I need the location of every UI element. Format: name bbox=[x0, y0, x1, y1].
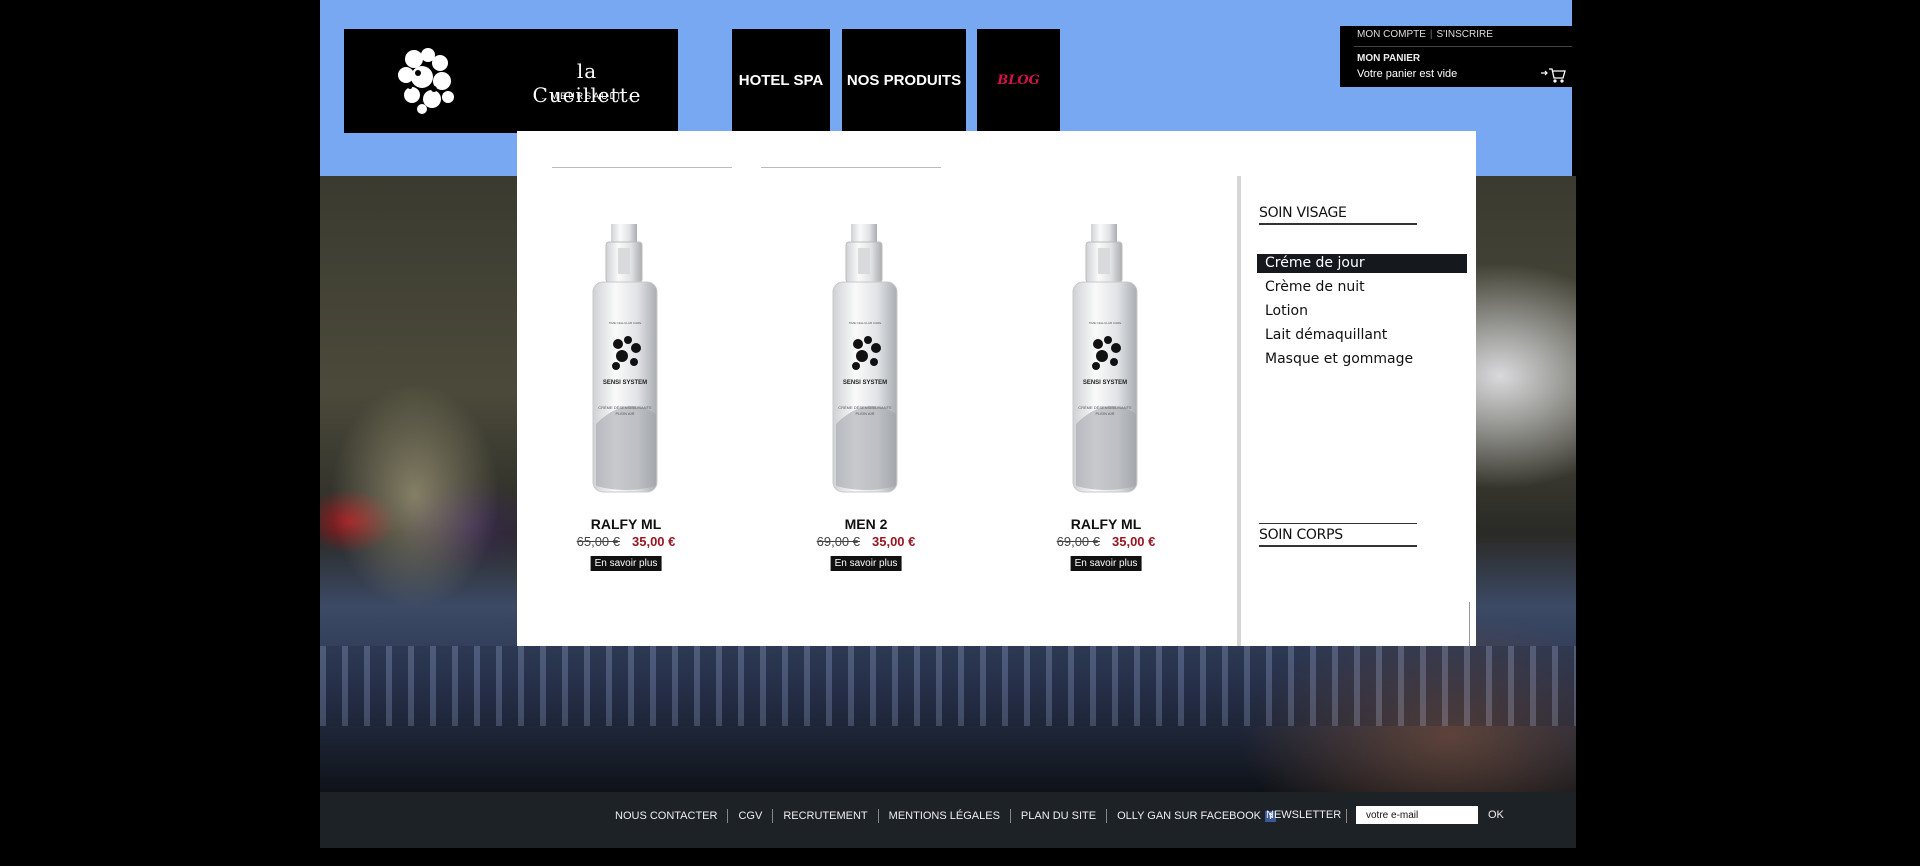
sidebar-heading-soin-visage[interactable]: SOIN VISAGE bbox=[1259, 205, 1417, 225]
category-sidebar: SOIN VISAGE Créme de jour Crème de nuit … bbox=[1247, 176, 1476, 646]
newsletter-ok-button[interactable]: OK bbox=[1488, 809, 1504, 821]
product-old-price: 69,00 € bbox=[1056, 534, 1100, 549]
footer-separator bbox=[1346, 809, 1347, 823]
sidebar-item-lotion[interactable]: Lotion bbox=[1257, 302, 1467, 326]
sidebar-item-creme-de-nuit[interactable]: Crème de nuit bbox=[1257, 278, 1467, 302]
newsletter-email-input[interactable] bbox=[1356, 806, 1478, 824]
newsletter-label: NEWSLETTER bbox=[1266, 809, 1342, 821]
product-old-price: 65,00 € bbox=[576, 534, 620, 549]
site-logo[interactable]: la Cueillette . MEURSAULT . bbox=[344, 29, 678, 133]
product-card[interactable]: TIME CELLULAR CARE SENSI SYSTEM CRÈME DÉ… bbox=[546, 176, 706, 596]
learn-more-button[interactable]: En savoir plus bbox=[830, 556, 902, 571]
nav-nos-produits[interactable]: NOS PRODUITS bbox=[842, 29, 966, 131]
panel-divider bbox=[1237, 176, 1241, 646]
svg-text:CRÈME DÉSENSIBILISANTE: CRÈME DÉSENSIBILISANTE bbox=[838, 405, 892, 410]
signup-link[interactable]: S'INSCRIRE bbox=[1437, 29, 1493, 40]
sidebar-item-masque-gommage[interactable]: Masque et gommage bbox=[1257, 350, 1467, 374]
water-texture bbox=[320, 646, 1576, 726]
footer-separator bbox=[1009, 809, 1011, 823]
product-bottle-image[interactable]: TIME CELLULAR CARE SENSI SYSTEM CRÈME DÉ… bbox=[546, 224, 706, 499]
product-card[interactable]: TIME CELLULAR CARE SENSI SYSTEM CRÈME DÉ… bbox=[786, 176, 946, 596]
cart-title[interactable]: MON PANIER bbox=[1357, 53, 1420, 64]
nav-hotel-spa[interactable]: HOTEL SPA bbox=[732, 29, 830, 131]
brand-place: . MEURSAULT . bbox=[541, 91, 633, 101]
footer-link-plan[interactable]: PLAN DU SITE bbox=[1021, 810, 1096, 822]
leaf-cluster-logo-icon bbox=[398, 48, 454, 114]
footer-links: NOUS CONTACTER CGV RECRUTEMENT MENTIONS … bbox=[615, 809, 1276, 823]
product-prices: 69,00 € 35,00 € bbox=[786, 534, 946, 549]
cart-status: Votre panier est vide bbox=[1357, 68, 1458, 80]
svg-text:SENSI SYSTEM: SENSI SYSTEM bbox=[1083, 380, 1127, 386]
product-prices: 69,00 € 35,00 € bbox=[1026, 534, 1186, 549]
account-divider bbox=[1354, 46, 1572, 47]
footer-separator bbox=[727, 809, 729, 823]
footer-facebook-label: OLLY GAN SUR FACEBOOK bbox=[1117, 810, 1261, 822]
svg-text:PLEIN AIR: PLEIN AIR bbox=[1095, 411, 1114, 416]
footer-separator bbox=[877, 809, 879, 823]
footer: NOUS CONTACTER CGV RECRUTEMENT MENTIONS … bbox=[320, 792, 1576, 848]
footer-separator bbox=[1106, 809, 1108, 823]
sidebar-heading-soin-corps[interactable]: SOIN CORPS bbox=[1259, 527, 1417, 547]
svg-text:CRÈME DÉSENSIBILISANTE: CRÈME DÉSENSIBILISANTE bbox=[1078, 405, 1132, 410]
footer-link-contact[interactable]: NOUS CONTACTER bbox=[615, 810, 717, 822]
product-panel: TIME CELLULAR CARE SENSI SYSTEM CRÈME DÉ… bbox=[517, 176, 1476, 646]
footer-link-facebook[interactable]: OLLY GAN SUR FACEBOOK f bbox=[1117, 810, 1276, 822]
account-box: MON COMPTE | S'INSCRIRE MON PANIER Votre p… bbox=[1340, 26, 1572, 87]
svg-text:PLEIN AIR: PLEIN AIR bbox=[855, 411, 874, 416]
svg-text:TIME CELLULAR CARE: TIME CELLULAR CARE bbox=[849, 321, 882, 325]
product-prices: 65,00 € 35,00 € bbox=[546, 534, 706, 549]
footer-link-recrutement[interactable]: RECRUTEMENT bbox=[783, 810, 867, 822]
footer-link-mentions[interactable]: MENTIONS LÉGALES bbox=[889, 810, 1000, 822]
product-name[interactable]: RALFY ML bbox=[1026, 516, 1186, 532]
product-card[interactable]: TIME CELLULAR CARE SENSI SYSTEM CRÈME DÉ… bbox=[1026, 176, 1186, 596]
svg-text:PLEIN AIR: PLEIN AIR bbox=[615, 411, 634, 416]
learn-more-button[interactable]: En savoir plus bbox=[590, 556, 662, 571]
account-links: MON COMPTE | S'INSCRIRE bbox=[1357, 29, 1493, 40]
sidebar-item-lait-demaquillant[interactable]: Lait démaquillant bbox=[1257, 326, 1467, 350]
product-price: 35,00 € bbox=[872, 534, 916, 549]
sidebar-list: Créme de jour Crème de nuit Lotion Lait … bbox=[1257, 254, 1467, 374]
nav-blog[interactable]: BLOG bbox=[977, 29, 1060, 131]
product-name[interactable]: MEN 2 bbox=[786, 516, 946, 532]
sidebar-rule bbox=[1259, 523, 1417, 524]
product-bottle-image[interactable]: TIME CELLULAR CARE SENSI SYSTEM CRÈME DÉ… bbox=[1026, 224, 1186, 499]
filter-field-2[interactable] bbox=[761, 167, 941, 168]
learn-more-button[interactable]: En savoir plus bbox=[1070, 556, 1142, 571]
product-price: 35,00 € bbox=[1112, 534, 1156, 549]
sidebar-scrollbar[interactable] bbox=[1469, 602, 1470, 646]
viewport: la Cueillette . MEURSAULT . HOTEL SPA NO… bbox=[0, 0, 1920, 866]
filter-bar bbox=[517, 131, 1476, 176]
page: la Cueillette . MEURSAULT . HOTEL SPA NO… bbox=[320, 0, 1576, 848]
my-account-link[interactable]: MON COMPTE bbox=[1357, 29, 1426, 40]
svg-text:TIME CELLULAR CARE: TIME CELLULAR CARE bbox=[1089, 321, 1122, 325]
svg-text:SENSI SYSTEM: SENSI SYSTEM bbox=[843, 380, 887, 386]
footer-link-cgv[interactable]: CGV bbox=[738, 810, 762, 822]
product-bottle-image[interactable]: TIME CELLULAR CARE SENSI SYSTEM CRÈME DÉ… bbox=[786, 224, 946, 499]
product-price: 35,00 € bbox=[632, 534, 676, 549]
filter-field-1[interactable] bbox=[552, 167, 732, 168]
footer-separator bbox=[772, 809, 774, 823]
sidebar-item-creme-de-jour[interactable]: Créme de jour bbox=[1257, 254, 1467, 273]
svg-text:TIME CELLULAR CARE: TIME CELLULAR CARE bbox=[609, 321, 642, 325]
svg-text:CRÈME DÉSENSIBILISANTE: CRÈME DÉSENSIBILISANTE bbox=[598, 405, 652, 410]
svg-text:SENSI SYSTEM: SENSI SYSTEM bbox=[603, 380, 647, 386]
product-old-price: 69,00 € bbox=[816, 534, 860, 549]
link-separator: | bbox=[1429, 29, 1433, 40]
cart-icon[interactable] bbox=[1540, 66, 1566, 84]
product-name[interactable]: RALFY ML bbox=[546, 516, 706, 532]
